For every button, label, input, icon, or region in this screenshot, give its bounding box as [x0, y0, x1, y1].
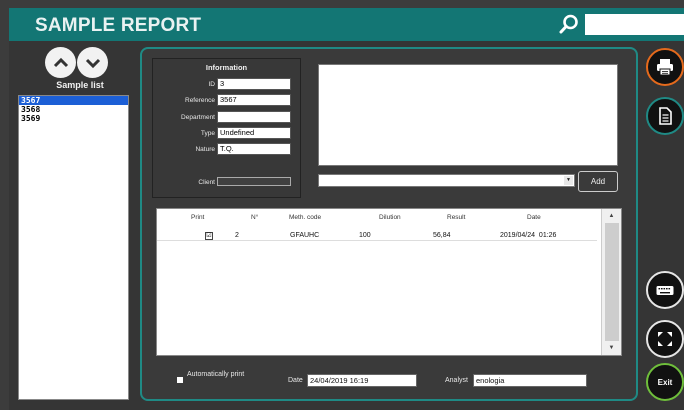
cell-number: 2: [235, 232, 239, 239]
nature-label: Nature: [195, 146, 215, 153]
keyboard-button[interactable]: [646, 271, 684, 309]
fullscreen-button[interactable]: [646, 320, 684, 358]
app-header: SAMPLE REPORT: [9, 8, 684, 41]
chevron-down-icon: [85, 58, 100, 68]
information-title: Information: [205, 63, 248, 72]
type-label: Type: [200, 130, 215, 137]
id-label: ID: [208, 81, 216, 88]
print-checkbox[interactable]: ☑: [205, 232, 213, 240]
column-header-method: Meth. code: [289, 214, 322, 221]
fullscreen-icon: [658, 332, 672, 346]
analyst-field[interactable]: enologia: [473, 374, 587, 387]
date-label: Date: [288, 377, 303, 384]
nature-field[interactable]: T.Q.: [217, 143, 291, 155]
column-header-result: Result: [447, 214, 466, 221]
keyboard-icon: [656, 286, 674, 295]
exit-button[interactable]: Exit: [646, 363, 684, 401]
reference-label: Reference: [185, 97, 215, 104]
cell-method: GFAUHC: [290, 232, 320, 239]
auto-print-label: Automatically print: [187, 371, 245, 378]
analyst-label: Analyst: [445, 377, 468, 384]
sample-list-label: Sample list: [56, 80, 104, 90]
cell-dilution: 100: [359, 232, 371, 239]
results-table: Print N° Meth. code Dilution Result Date…: [156, 208, 622, 356]
notes-textarea[interactable]: [318, 64, 618, 166]
column-header-dilution: Dilution: [379, 214, 401, 221]
scroll-down-icon[interactable]: ▼: [602, 343, 621, 353]
department-field[interactable]: [217, 111, 291, 123]
type-field[interactable]: Undefined: [217, 127, 291, 139]
id-field[interactable]: 3: [217, 78, 291, 90]
add-button[interactable]: Add: [578, 171, 618, 192]
scroll-thumb[interactable]: [605, 223, 619, 341]
sample-list-item[interactable]: 3569: [19, 114, 128, 123]
cell-result: 56,84: [433, 232, 451, 239]
date-field[interactable]: 24/04/2019 16:19: [307, 374, 417, 387]
next-sample-button[interactable]: [77, 47, 108, 78]
chevron-up-icon: [53, 57, 68, 67]
print-button[interactable]: [646, 48, 684, 86]
document-icon: [659, 107, 672, 125]
sample-list[interactable]: 3567 3568 3569: [18, 95, 129, 400]
row-divider: [157, 240, 597, 241]
department-label: Department: [181, 114, 215, 121]
auto-print-checkbox[interactable]: [177, 377, 183, 383]
report-button[interactable]: [646, 97, 684, 135]
client-label: Client: [198, 179, 215, 186]
client-field[interactable]: [217, 177, 291, 186]
column-header-number: N°: [251, 214, 259, 221]
table-scrollbar[interactable]: ▲ ▼: [601, 209, 621, 355]
printer-icon: [657, 59, 673, 76]
reference-field[interactable]: 3567: [217, 94, 291, 106]
combobox-arrow-icon[interactable]: ▼: [564, 176, 573, 185]
search-input[interactable]: [585, 14, 684, 35]
search-icon[interactable]: [558, 13, 580, 35]
method-combobox[interactable]: ▼: [318, 174, 575, 187]
cell-date: 2019/04/24 01:26: [500, 232, 557, 239]
sample-list-item[interactable]: 3568: [19, 105, 128, 114]
column-header-print: Print: [191, 214, 205, 221]
scroll-up-icon[interactable]: ▲: [602, 211, 621, 221]
information-box: Information ID 3 Reference 3567 Departme…: [152, 58, 301, 198]
app-title: SAMPLE REPORT: [35, 15, 202, 36]
sample-list-item[interactable]: 3567: [19, 96, 128, 105]
previous-sample-button[interactable]: [45, 47, 76, 78]
column-header-date: Date: [527, 214, 541, 221]
